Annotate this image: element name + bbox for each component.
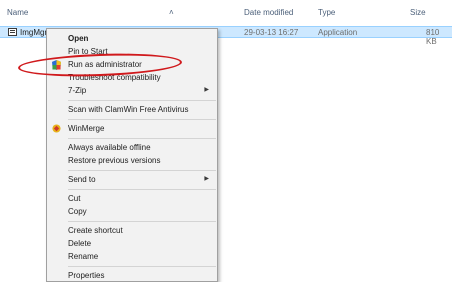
column-size[interactable]: Size [410,8,426,17]
menu-item-properties-label: Properties [68,271,105,280]
menu-item-send-to-label: Send to [68,175,96,184]
file-date: 29-03-13 16:27 [244,28,299,37]
menu-item-winmerge[interactable]: WinMerge [47,123,217,135]
winmerge-icon [52,124,61,133]
menu-item-copy-label: Copy [68,207,87,216]
menu-item-rename[interactable]: Rename [47,251,217,263]
menu-item-open[interactable]: Open [47,33,217,45]
menu-item-7zip-label: 7-Zip [68,86,87,95]
menu-item-send-to[interactable]: Send to ▶ [47,174,217,186]
menu-item-scan-label: Scan with ClamWin Free Antivirus [68,105,189,114]
column-header-row: ˄ Name Date modified Type Size [0,0,452,22]
menu-item-properties[interactable]: Properties [47,270,217,282]
menu-separator [68,189,216,190]
menu-item-scan-clamwin[interactable]: Scan with ClamWin Free Antivirus [47,104,217,116]
menu-separator [68,119,216,120]
column-type[interactable]: Type [318,8,335,17]
menu-item-create-shortcut-label: Create shortcut [68,226,123,235]
sort-up-icon: ˄ [169,8,174,17]
menu-separator [68,100,216,101]
file-name: ImgMgr [20,28,48,37]
file-size: 810 KB [426,28,440,46]
menu-item-cut-label: Cut [68,194,81,203]
menu-separator [68,170,216,171]
menu-item-restore-versions[interactable]: Restore previous versions [47,155,217,167]
menu-item-winmerge-label: WinMerge [68,124,105,133]
menu-separator [68,138,216,139]
menu-item-restore-label: Restore previous versions [68,156,161,165]
menu-item-copy[interactable]: Copy [47,206,217,218]
menu-separator [68,266,216,267]
submenu-arrow-icon: ▶ [204,176,209,182]
menu-item-delete[interactable]: Delete [47,238,217,250]
menu-separator [68,221,216,222]
submenu-arrow-icon: ▶ [204,87,209,93]
menu-item-rename-label: Rename [68,252,99,261]
file-type: Application [318,28,358,37]
menu-item-7zip[interactable]: 7-Zip ▶ [47,85,217,97]
menu-item-create-shortcut[interactable]: Create shortcut [47,225,217,237]
menu-item-always-offline[interactable]: Always available offline [47,142,217,154]
column-name[interactable]: Name [7,8,28,17]
column-date-modified[interactable]: Date modified [244,8,293,17]
menu-item-always-offline-label: Always available offline [68,143,151,152]
menu-item-delete-label: Delete [68,239,92,248]
menu-item-open-label: Open [68,34,89,43]
application-file-icon [8,28,17,36]
menu-item-cut[interactable]: Cut [47,193,217,205]
